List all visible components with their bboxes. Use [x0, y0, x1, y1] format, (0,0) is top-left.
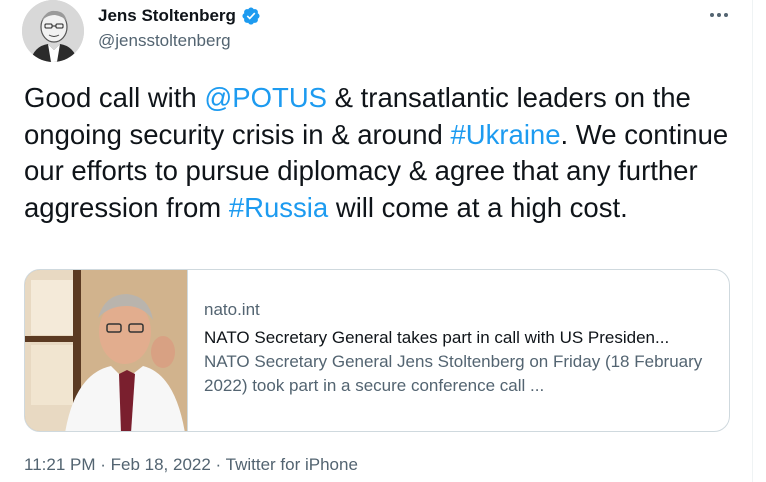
tweet-date[interactable]: Feb 18, 2022	[111, 455, 211, 474]
tweet-text-part: will come at a high cost.	[328, 191, 628, 223]
tweet-meta: 11:21 PM · Feb 18, 2022 · Twitter for iP…	[24, 455, 358, 475]
author-handle[interactable]: @jensstoltenberg	[98, 31, 231, 51]
meta-separator: ·	[95, 455, 111, 474]
card-body: nato.int NATO Secretary General takes pa…	[188, 270, 729, 431]
avatar[interactable]	[22, 0, 84, 62]
hashtag-link[interactable]: #Ukraine	[450, 119, 560, 150]
column-border	[752, 0, 753, 482]
tweet-source[interactable]: Twitter for iPhone	[226, 455, 358, 474]
tweet-time[interactable]: 11:21 PM	[24, 455, 96, 474]
author-name-row[interactable]: Jens Stoltenberg	[98, 3, 261, 29]
more-horizontal-icon	[710, 13, 714, 17]
meta-separator: ·	[210, 455, 226, 474]
card-thumbnail	[25, 270, 188, 431]
card-description: NATO Secretary General Jens Stoltenberg …	[204, 352, 703, 395]
author-name[interactable]: Jens Stoltenberg	[98, 6, 236, 26]
card-domain: nato.int	[204, 300, 260, 319]
verified-badge-icon	[241, 6, 261, 26]
more-options-button[interactable]	[704, 4, 734, 26]
card-title: NATO Secretary General takes part in cal…	[204, 328, 670, 347]
avatar-photo	[22, 0, 84, 62]
link-preview-card[interactable]: nato.int NATO Secretary General takes pa…	[24, 269, 730, 432]
hashtag-link[interactable]: #Russia	[229, 192, 328, 223]
tweet-text-part: Good call with	[24, 82, 205, 113]
tweet-text: Good call with @POTUS & transatlantic le…	[24, 80, 744, 226]
mention-link[interactable]: @POTUS	[204, 82, 327, 113]
